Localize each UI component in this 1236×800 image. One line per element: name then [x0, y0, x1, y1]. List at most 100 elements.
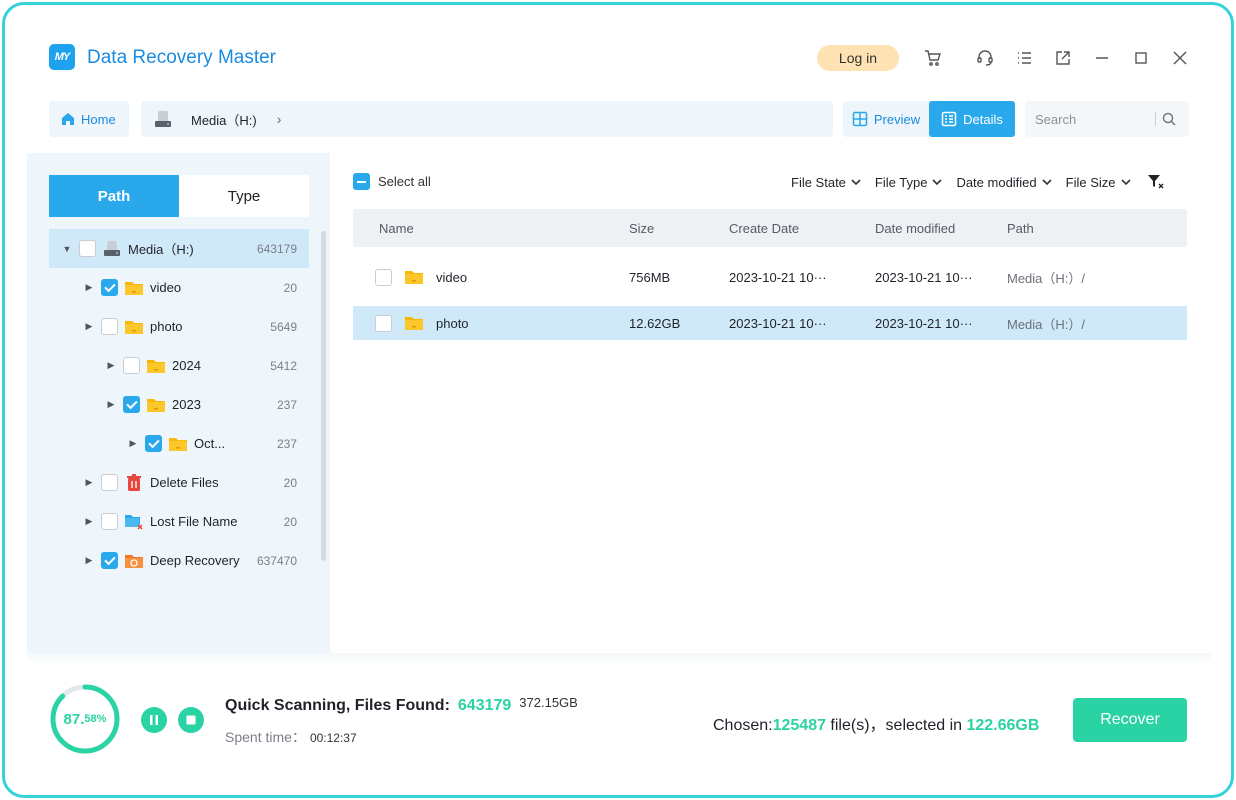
tree-item-checkbox[interactable]	[123, 357, 140, 374]
tree-item-checkbox[interactable]	[101, 474, 118, 491]
cell-create: 2023-10-21 10···	[729, 315, 827, 331]
grid-icon	[852, 111, 868, 127]
tab-type[interactable]: Type	[179, 175, 309, 217]
tree-item-checkbox[interactable]	[101, 513, 118, 530]
breadcrumb-item-media[interactable]: Media（H:)	[191, 110, 257, 129]
caret-right-icon[interactable]: ▶	[107, 399, 115, 409]
select-all-checkbox[interactable]	[353, 173, 370, 190]
details-label: Details	[963, 111, 1003, 127]
caret-right-icon[interactable]: ▶	[107, 360, 115, 370]
caret-right-icon[interactable]: ▶	[85, 555, 93, 565]
close-icon[interactable]	[1169, 47, 1191, 69]
tree-item[interactable]: ▶ Lost File Name 20	[49, 502, 309, 541]
folder-icon	[168, 435, 194, 453]
tree-item-checkbox[interactable]	[101, 318, 118, 335]
cell-size: 756MB	[629, 269, 671, 285]
cell-size: 12.62GB	[629, 315, 681, 331]
tree-item[interactable]: ▶ video 20	[49, 268, 309, 307]
tree-item-label: Media（H:)	[128, 242, 194, 257]
pause-button[interactable]	[141, 707, 167, 733]
scan-label: Quick Scanning, Files Found:	[225, 697, 450, 714]
tree-item-checkbox[interactable]	[145, 435, 162, 452]
tree-item-checkbox[interactable]	[123, 396, 140, 413]
pause-icon	[150, 715, 158, 725]
tree-item[interactable]: ▼ Media（H:) 643179	[49, 229, 309, 268]
home-button[interactable]: Home	[49, 101, 129, 137]
preview-view-button[interactable]: Preview	[843, 101, 929, 137]
caret-right-icon[interactable]: ▶	[85, 477, 93, 487]
filter-date-modified[interactable]: Date modified	[956, 175, 1052, 190]
chevron-right-icon[interactable]: ›	[277, 111, 282, 127]
chevron-down-icon	[1120, 179, 1131, 186]
deep-recovery-icon	[124, 552, 150, 570]
drive-icon	[102, 240, 128, 258]
column-header-name[interactable]: Name	[379, 221, 414, 236]
filter-bar: File State File Type Date modified File …	[791, 173, 1165, 191]
tree-item[interactable]: ▶ 2024 5412	[49, 346, 309, 385]
column-header-create-date[interactable]: Create Date	[729, 221, 799, 236]
filter-file-state[interactable]: File State	[791, 175, 861, 190]
stop-button[interactable]	[178, 707, 204, 733]
caret-right-icon[interactable]: ▶	[85, 282, 93, 292]
row-checkbox[interactable]	[375, 314, 392, 332]
minimize-icon[interactable]	[1091, 47, 1113, 69]
search-input[interactable]	[1035, 111, 1155, 127]
row-checkbox[interactable]	[375, 268, 392, 286]
stop-icon	[186, 715, 196, 725]
details-view-button[interactable]: Details	[929, 101, 1015, 137]
left-panel: Path Type ▼ Media（H:) 643179 ▶ video 20 ▶ photo…	[27, 153, 330, 665]
filter-label: File Size	[1065, 174, 1116, 190]
folder-icon	[146, 357, 172, 375]
caret-down-icon[interactable]: ▼	[63, 244, 72, 254]
login-button[interactable]: Log in	[817, 45, 899, 71]
column-header-size[interactable]: Size	[629, 221, 654, 236]
tree-item-checkbox[interactable]	[101, 279, 118, 296]
table-header: Name Size Create Date Date modified Path	[353, 209, 1187, 247]
tree-item[interactable]: ▶ Oct... 237	[49, 424, 309, 463]
column-header-path[interactable]: Path	[1007, 221, 1034, 236]
tree-item-count: 237	[276, 397, 297, 412]
support-icon[interactable]	[974, 47, 996, 69]
caret-right-icon[interactable]: ▶	[85, 516, 93, 526]
view-toggle: Preview Details	[843, 101, 1015, 137]
tree-item[interactable]: ▶ 2023 237	[49, 385, 309, 424]
tree-item-count: 5412	[270, 358, 297, 373]
search-icon[interactable]	[1162, 112, 1176, 126]
cell-name: photo	[375, 314, 469, 332]
cell-name: video	[375, 268, 467, 286]
column-header-date-modified[interactable]: Date modified	[875, 221, 955, 236]
tab-path[interactable]: Path	[49, 175, 179, 217]
caret-right-icon[interactable]: ▶	[129, 438, 137, 448]
filter-clear-icon[interactable]	[1147, 173, 1165, 191]
tree-item-count: 643179	[256, 241, 297, 256]
menu-icon[interactable]	[1013, 47, 1035, 69]
tree-item-count: 5649	[270, 319, 297, 334]
chevron-down-icon	[851, 179, 861, 186]
tree-vertical-scrollbar[interactable]	[321, 231, 326, 561]
filter-file-type[interactable]: File Type	[875, 175, 943, 190]
tree-item[interactable]: ▶ photo 5649	[49, 307, 309, 346]
chosen-label: Chosen:	[713, 717, 773, 734]
table-row[interactable]: photo 12.62GB 2023-10-21 10··· 2023-10-21 1…	[353, 306, 1187, 340]
filter-file-size[interactable]: File Size	[1066, 175, 1131, 190]
chosen-mid: file(s)，selected in	[825, 717, 967, 734]
select-all-label: Select all	[378, 174, 431, 189]
table-row[interactable]: video 756MB 2023-10-21 10··· 2023-10-21 10·…	[353, 260, 1187, 294]
share-icon[interactable]	[1052, 47, 1074, 69]
recover-button[interactable]: Recover	[1073, 698, 1187, 742]
cart-icon[interactable]	[922, 47, 944, 69]
tree-item-label: 2023	[172, 397, 201, 412]
tree-item-checkbox[interactable]	[101, 552, 118, 569]
filter-label: File State	[791, 174, 846, 190]
tree-item-checkbox[interactable]	[79, 240, 96, 257]
tree-item[interactable]: ▶ Deep Recovery 637470	[49, 541, 309, 580]
content-divider	[27, 653, 1211, 665]
app-logo: MY	[49, 44, 75, 70]
caret-right-icon[interactable]: ▶	[85, 321, 93, 331]
tree-item-count: 20	[283, 475, 297, 490]
select-all[interactable]: Select all	[353, 173, 431, 190]
maximize-icon[interactable]	[1130, 47, 1152, 69]
tree-item[interactable]: ▶ Delete Files 20	[49, 463, 309, 502]
filter-label: File Type	[874, 174, 928, 190]
home-label: Home	[81, 111, 116, 127]
